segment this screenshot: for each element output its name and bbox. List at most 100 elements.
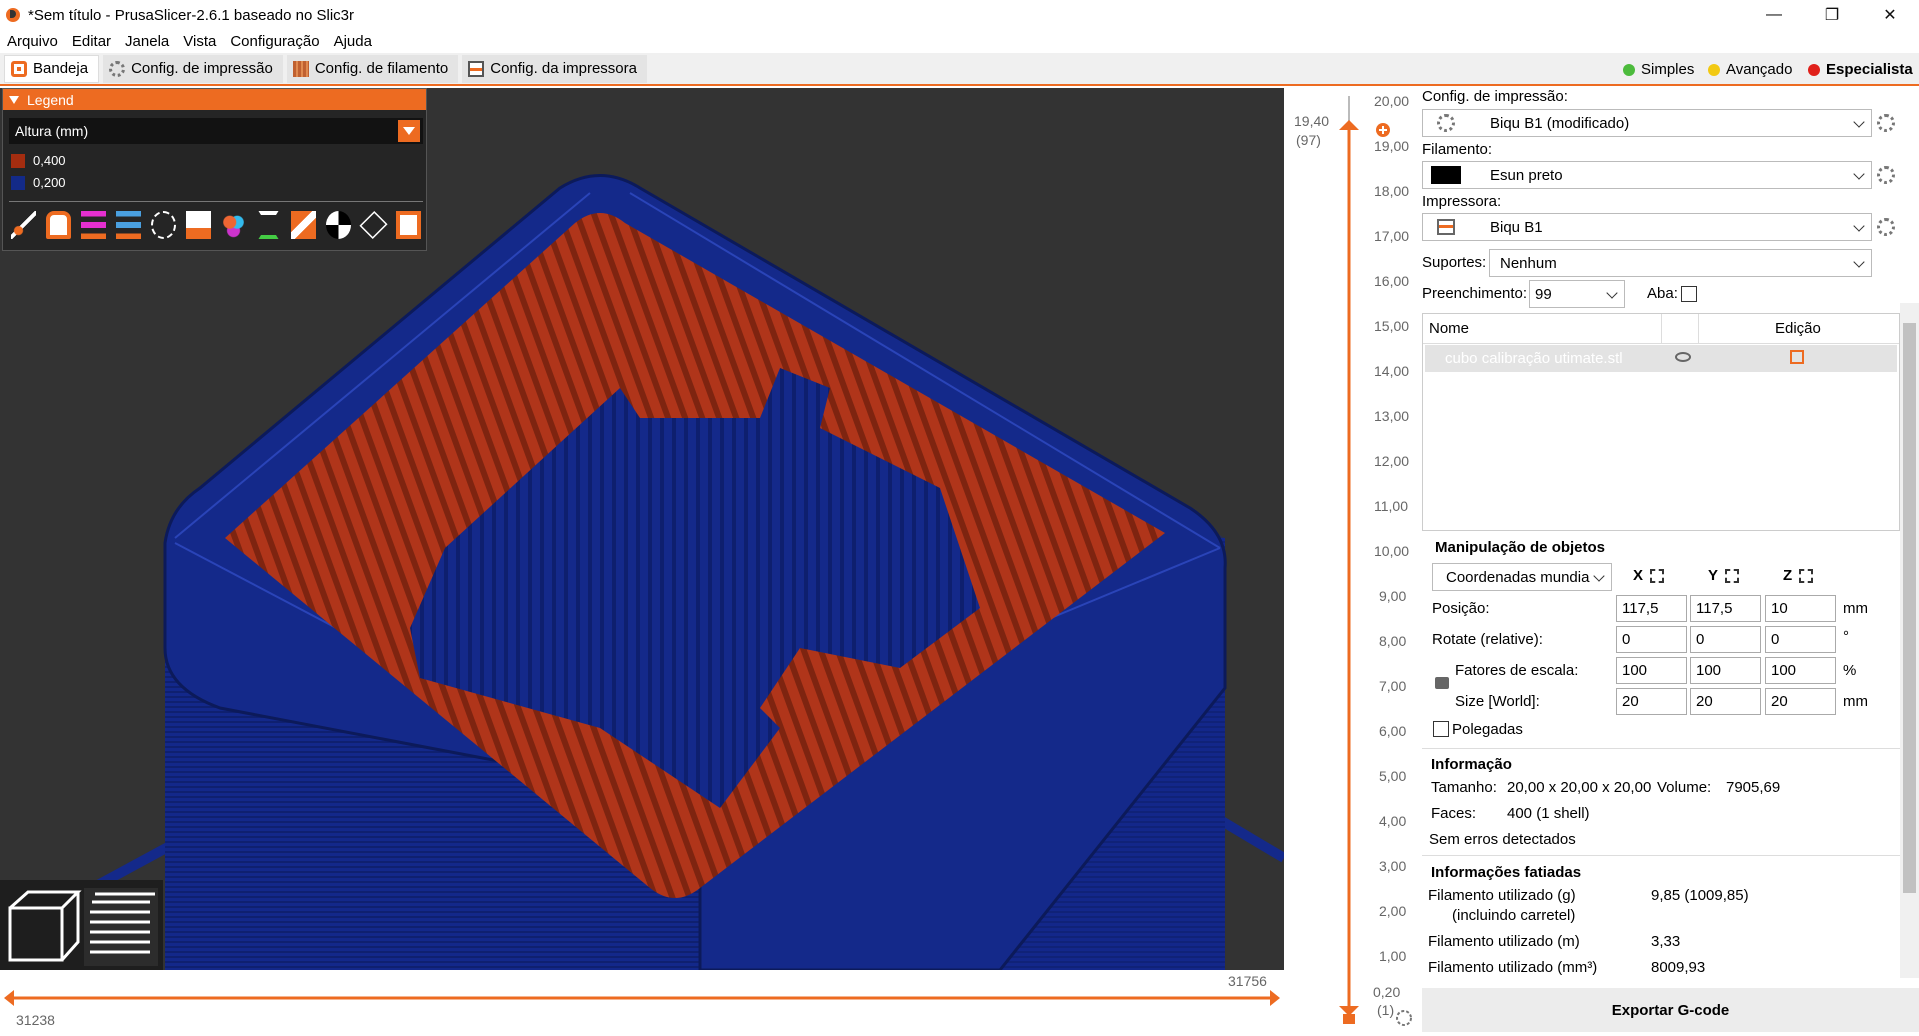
seams-icon[interactable]: [151, 211, 176, 239]
col-name[interactable]: Nome: [1429, 320, 1469, 337]
pause-prints-icon[interactable]: [258, 211, 279, 239]
inches-checkbox[interactable]: [1433, 721, 1449, 737]
size-x-input[interactable]: 20: [1616, 688, 1687, 715]
position-label: Posição:: [1432, 600, 1490, 617]
rotate-unit: °: [1843, 628, 1849, 645]
scale-y-input[interactable]: 100: [1690, 657, 1761, 684]
mode-expert[interactable]: Especialista: [1808, 53, 1913, 86]
rotate-x-input[interactable]: 0: [1616, 626, 1687, 653]
legend-header[interactable]: Legend: [3, 89, 426, 110]
legend-item: 0,400: [11, 153, 66, 168]
right-thumb-icon[interactable]: [1270, 990, 1280, 1006]
tick-label: 1,00: [1379, 948, 1407, 964]
drop-to-bed-y-icon[interactable]: [1725, 569, 1739, 583]
shells-icon[interactable]: [359, 210, 388, 240]
move-slider[interactable]: 31756 31238: [0, 970, 1284, 1032]
scale-z-input[interactable]: 100: [1765, 657, 1836, 684]
color-changes-icon[interactable]: [221, 211, 246, 239]
3d-view-icon[interactable]: [8, 890, 82, 962]
chevron-down-icon: [1853, 116, 1865, 128]
brim-checkbox[interactable]: [1681, 286, 1697, 302]
collapse-triangle-icon[interactable]: [9, 95, 19, 104]
printer-combo[interactable]: Biqu B1: [1422, 213, 1872, 241]
travel-icon[interactable]: [11, 211, 36, 239]
brim-label: Aba:: [1647, 285, 1678, 302]
chevron-down-icon: [1853, 256, 1865, 268]
infill-combo[interactable]: 99: [1529, 280, 1625, 308]
mode-label: Simples: [1641, 61, 1695, 78]
tool-changes-icon[interactable]: [186, 211, 211, 239]
printer-icon: [1437, 219, 1455, 235]
position-x-input[interactable]: 117,5: [1616, 595, 1687, 622]
menu-vista[interactable]: Vista: [176, 33, 223, 50]
tab-print-config[interactable]: Config. de impressão: [103, 54, 283, 83]
center-of-gravity-icon[interactable]: [326, 211, 351, 239]
custom-gcodes-icon[interactable]: [291, 211, 316, 239]
size-unit: mm: [1843, 693, 1868, 710]
tab-bandeja[interactable]: Bandeja: [4, 54, 100, 83]
lock-icon[interactable]: [1435, 677, 1449, 689]
supports-combo[interactable]: Nenhum: [1489, 249, 1872, 277]
size-y-input[interactable]: 20: [1690, 688, 1761, 715]
print-settings-gear-icon[interactable]: [1877, 114, 1895, 132]
gear-icon: [1437, 114, 1455, 132]
eye-icon[interactable]: [1675, 352, 1691, 362]
edit-icon[interactable]: [1790, 350, 1804, 364]
col-edit[interactable]: Edição: [1775, 320, 1821, 337]
deretractions-icon[interactable]: [116, 211, 141, 239]
layers-view-icon[interactable]: [84, 888, 158, 966]
drop-to-bed-z-icon[interactable]: [1799, 569, 1813, 583]
wipe-icon[interactable]: [46, 211, 71, 239]
errors-text: Sem erros detectados: [1429, 831, 1576, 848]
lock-icon[interactable]: [1343, 1014, 1355, 1024]
close-button[interactable]: ✕: [1861, 0, 1919, 30]
export-gcode-button[interactable]: Exportar G-code: [1422, 988, 1919, 1032]
sidebar-scrollbar[interactable]: [1900, 303, 1919, 978]
filament-g-label: Filamento utilizado (g): [1428, 887, 1576, 904]
menu-janela[interactable]: Janela: [118, 33, 176, 50]
size-info-label: Tamanho:: [1431, 779, 1497, 796]
maximize-button[interactable]: ❐: [1803, 0, 1861, 30]
volume-label: Volume:: [1657, 779, 1712, 796]
rotate-z-input[interactable]: 0: [1765, 626, 1836, 653]
mode-advanced[interactable]: Avançado: [1708, 53, 1792, 86]
tick-label: 12,00: [1374, 453, 1410, 469]
filament-combo[interactable]: Esun preto: [1422, 161, 1872, 189]
scrollbar-thumb[interactable]: [1903, 323, 1916, 893]
retractions-icon[interactable]: [81, 211, 106, 239]
tick-label: 6,00: [1379, 723, 1407, 739]
rotate-y-input[interactable]: 0: [1690, 626, 1761, 653]
size-z-input[interactable]: 20: [1765, 688, 1836, 715]
tab-filament-config[interactable]: Config. de filamento: [286, 54, 459, 83]
position-y-input[interactable]: 117,5: [1690, 595, 1761, 622]
legend-title: Legend: [27, 91, 74, 108]
coordinates-combo[interactable]: Coordenadas mundia: [1432, 563, 1612, 591]
menu-editar[interactable]: Editar: [65, 33, 118, 50]
filament-settings-gear-icon[interactable]: [1877, 166, 1895, 184]
spool-icon: [292, 60, 309, 77]
object-row[interactable]: cubo calibração utimate.stl: [1425, 345, 1897, 372]
view-type-combo[interactable]: Altura (mm): [9, 118, 423, 144]
tool-marker-icon[interactable]: [396, 211, 421, 239]
printer-settings-gear-icon[interactable]: [1877, 218, 1895, 236]
red-dot-icon: [1808, 63, 1820, 76]
layer-slider[interactable]: 19,40 (97) 0,20 (1) 20,00 19,00 18,00 17…: [1284, 88, 1422, 1032]
volume-value: 7905,69: [1726, 779, 1781, 796]
position-z-input[interactable]: 10: [1765, 595, 1836, 622]
menu-ajuda[interactable]: Ajuda: [327, 33, 379, 50]
menu-configuracao[interactable]: Configuração: [223, 33, 326, 50]
dropdown-arrow-icon[interactable]: [398, 120, 420, 142]
top-thumb-icon[interactable]: [1339, 120, 1359, 130]
settings-gear-icon[interactable]: [1396, 1010, 1412, 1026]
mode-simple[interactable]: Simples: [1623, 53, 1694, 86]
drop-to-bed-x-icon[interactable]: [1650, 569, 1664, 583]
tick-label: 8,00: [1379, 633, 1407, 649]
minimize-button[interactable]: —: [1745, 0, 1803, 30]
menu-arquivo[interactable]: Arquivo: [0, 33, 65, 50]
left-thumb-icon[interactable]: [4, 990, 14, 1006]
print-config-combo[interactable]: Biqu B1 (modificado): [1422, 109, 1872, 137]
scale-x-input[interactable]: 100: [1616, 657, 1687, 684]
filament-color-swatch[interactable]: [1431, 166, 1461, 184]
tick-label: 14,00: [1374, 363, 1410, 379]
tab-printer-config[interactable]: Config. da impressora: [462, 54, 647, 83]
